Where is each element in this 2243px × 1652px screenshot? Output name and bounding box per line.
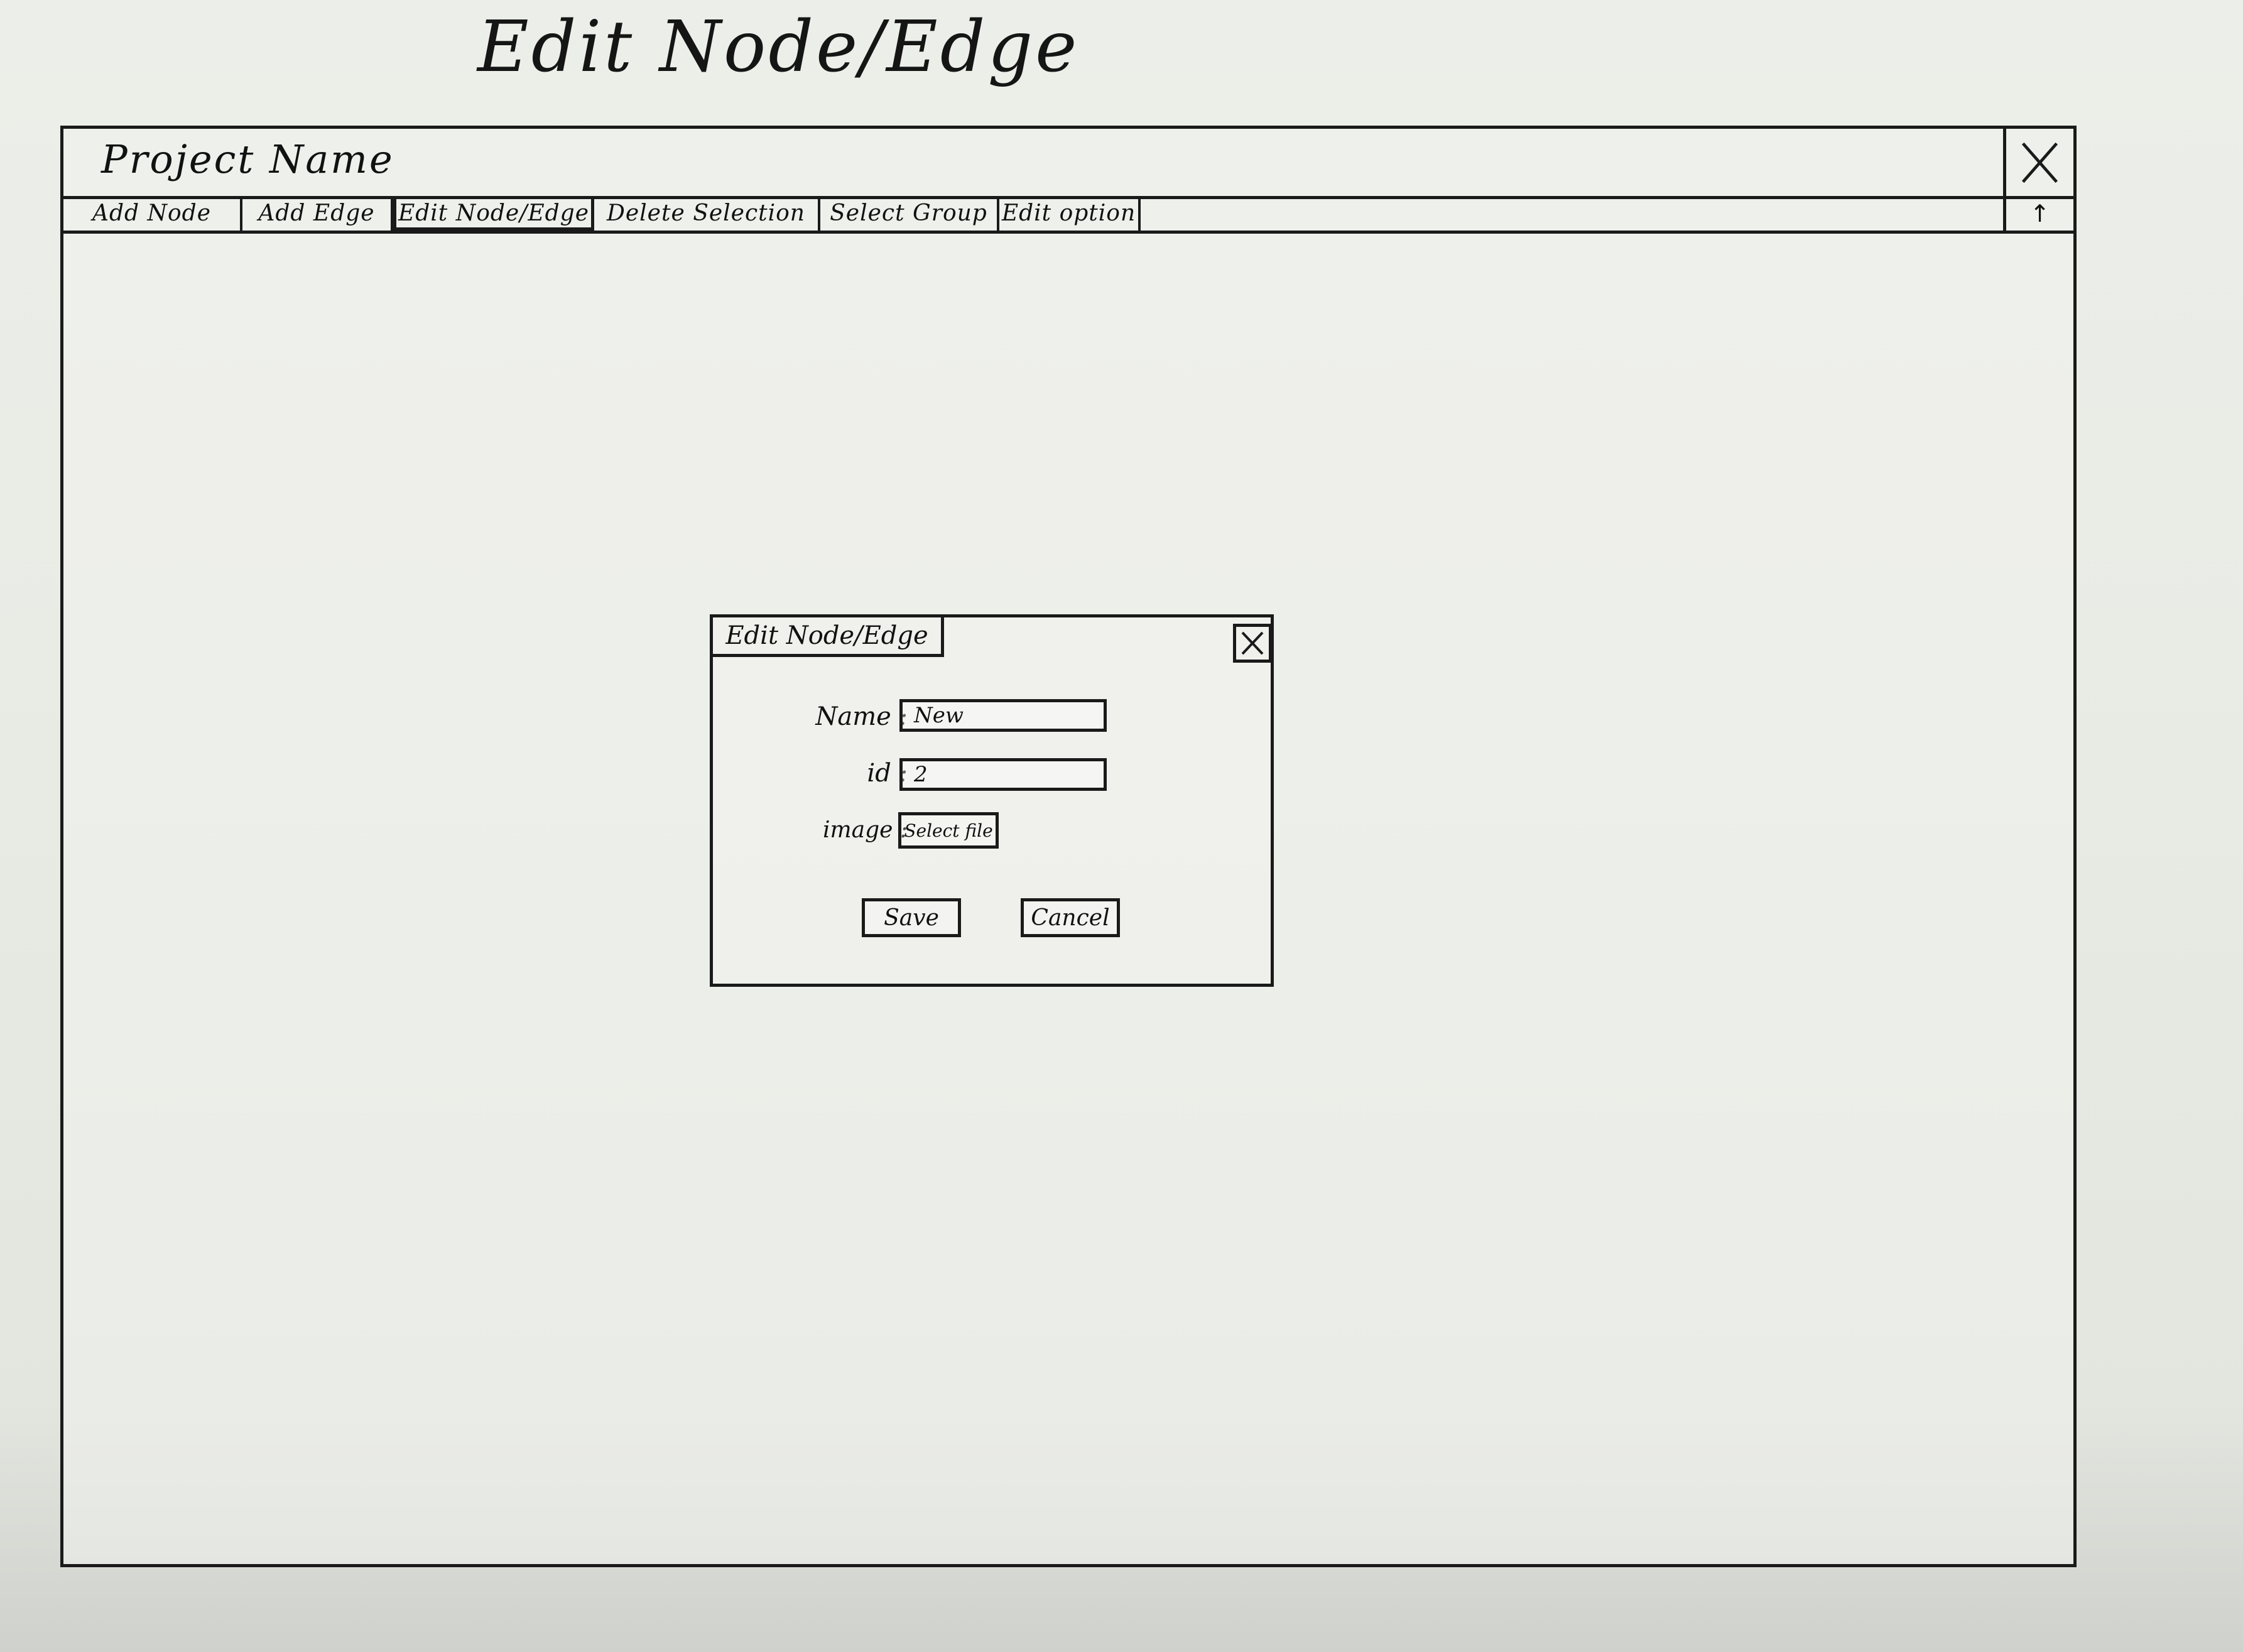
up-arrow-icon: ↑ bbox=[2029, 199, 2050, 227]
collapse-toolbar-button[interactable]: ↑ bbox=[2003, 196, 2073, 231]
name-input[interactable]: New bbox=[899, 699, 1107, 732]
window-close-button[interactable] bbox=[2003, 129, 2073, 196]
id-label: id : bbox=[867, 759, 908, 788]
dialog-title: Edit Node/Edge bbox=[713, 617, 944, 657]
sheet-title: Edit Node/Edge bbox=[477, 6, 1080, 88]
select-file-button[interactable]: Select file bbox=[898, 812, 999, 849]
tab-add-node[interactable]: Add Node bbox=[63, 196, 242, 231]
image-label: image : bbox=[822, 817, 908, 843]
tab-edit-option[interactable]: Edit option bbox=[999, 196, 1141, 231]
cancel-button[interactable]: Cancel bbox=[1021, 898, 1120, 937]
dialog-close-button[interactable] bbox=[1233, 624, 1272, 663]
project-name: Project Name bbox=[101, 136, 394, 182]
close-icon bbox=[1241, 631, 1264, 655]
edit-node-edge-dialog: Edit Node/Edge Name : New id : 2 image :… bbox=[710, 614, 1274, 987]
toolbar: Add Node Add Edge Edit Node/Edge Delete … bbox=[63, 196, 2073, 234]
tab-edit-node-edge[interactable]: Edit Node/Edge bbox=[393, 196, 594, 231]
window-titlebar: Project Name bbox=[63, 129, 2073, 199]
close-icon bbox=[2021, 142, 2058, 183]
tab-select-group[interactable]: Select Group bbox=[820, 196, 999, 231]
tab-add-edge[interactable]: Add Edge bbox=[242, 196, 393, 231]
id-input[interactable]: 2 bbox=[899, 758, 1107, 791]
name-label: Name : bbox=[815, 702, 908, 731]
tab-delete-selection[interactable]: Delete Selection bbox=[594, 196, 820, 231]
save-button[interactable]: Save bbox=[862, 898, 961, 937]
